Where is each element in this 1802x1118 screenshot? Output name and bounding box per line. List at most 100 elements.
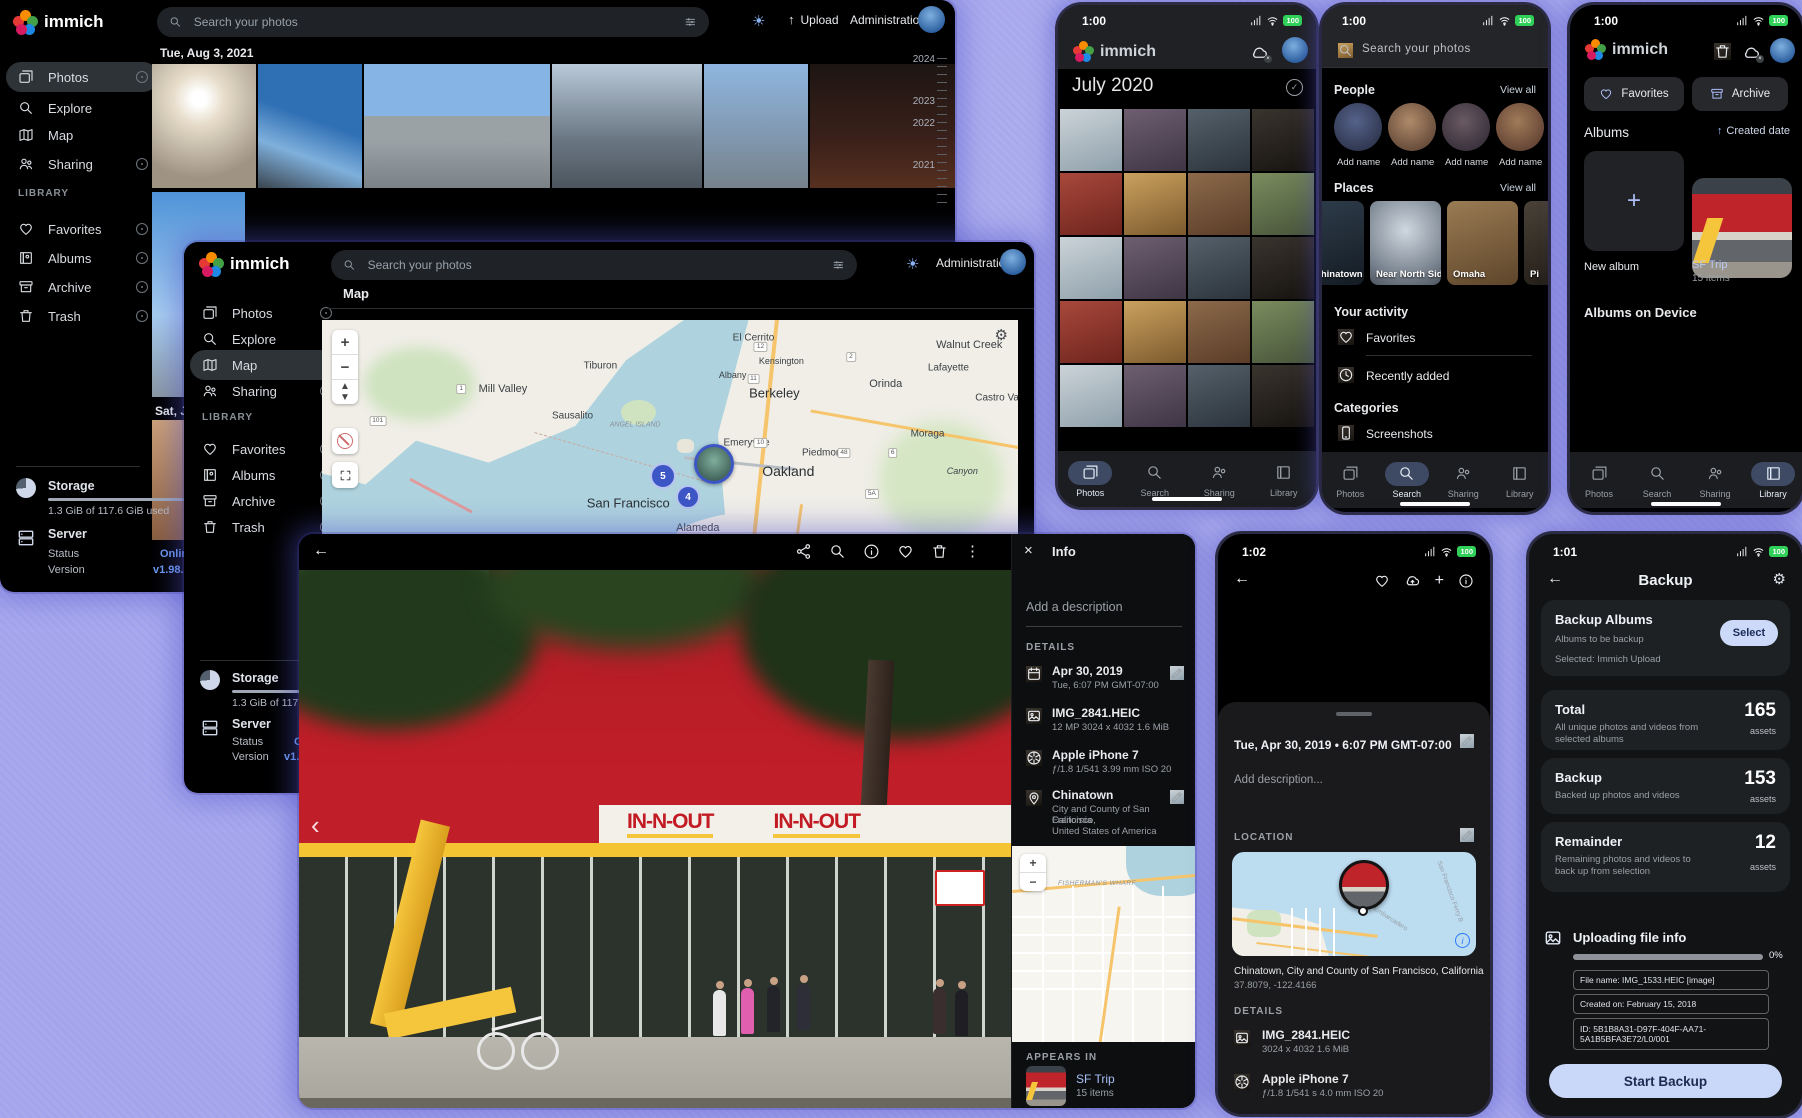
photo-thumbnail[interactable] <box>1060 365 1122 427</box>
scrubber-year[interactable]: 2024 <box>913 54 935 65</box>
photo-thumbnail[interactable] <box>1188 365 1250 427</box>
scrubber-year[interactable]: 2022 <box>913 118 935 129</box>
sidebar-item-explore[interactable]: Explore <box>6 93 158 123</box>
plus-icon[interactable]: + <box>1435 573 1444 589</box>
nav-item-library[interactable]: Library <box>1746 462 1800 499</box>
map-cluster-marker[interactable]: 4 <box>676 485 700 509</box>
album-thumbnail[interactable] <box>1026 1066 1066 1106</box>
info-icon[interactable] <box>863 543 880 560</box>
close-icon[interactable]: × <box>1024 542 1033 559</box>
map-photo-marker[interactable] <box>1339 860 1389 910</box>
share-icon[interactable] <box>795 543 812 560</box>
place-card[interactable]: Near North Side <box>1370 201 1441 285</box>
nav-item-sharing[interactable]: Sharing <box>1688 462 1742 499</box>
avatar[interactable] <box>1282 37 1308 63</box>
avatar[interactable] <box>1770 38 1795 63</box>
map-zoom-controls[interactable]: + − ▲▼ <box>332 330 358 404</box>
sidebar-item-photos[interactable]: Photos <box>6 62 158 92</box>
zoom-icon[interactable] <box>829 543 846 560</box>
nav-item-photos[interactable]: Photos <box>1063 461 1117 498</box>
nav-item-library[interactable]: Library <box>1257 461 1311 498</box>
detail-bottom-sheet[interactable]: Tue, Apr 30, 2019 • 6:07 PM GMT-07:00 Ad… <box>1218 702 1490 1114</box>
photo-thumbnail[interactable] <box>1060 237 1122 299</box>
map-cluster-marker[interactable]: 5 <box>650 463 676 489</box>
places-view-all-link[interactable]: View all <box>1500 182 1536 194</box>
edit-pencil-icon[interactable] <box>1460 734 1474 748</box>
drag-handle[interactable] <box>1336 712 1372 716</box>
settings-gear-icon[interactable]: ⚙ <box>1773 570 1786 588</box>
person-face[interactable] <box>1496 103 1544 151</box>
favorite-heart-icon[interactable] <box>897 543 914 560</box>
edit-pencil-icon[interactable] <box>1170 666 1184 680</box>
photo-thumbnail[interactable] <box>1124 365 1186 427</box>
photo-thumbnail[interactable] <box>364 64 550 188</box>
description-field[interactable]: Add description... <box>1234 774 1323 786</box>
nav-item-library[interactable]: Library <box>1493 462 1547 499</box>
filter-sliders-icon[interactable] <box>684 15 697 29</box>
nav-item-search[interactable]: Search <box>1128 461 1182 498</box>
sidebar-item-archive[interactable]: Archive <box>6 272 158 302</box>
nav-item-search[interactable]: Search <box>1380 462 1434 499</box>
photo-thumbnail[interactable] <box>1124 237 1186 299</box>
info-map[interactable]: FISHERMAN'S WHARF + − <box>1012 846 1195 1042</box>
search-bar[interactable] <box>157 7 709 37</box>
cloud-sync-off-icon[interactable]: × <box>1742 43 1761 62</box>
sort-button[interactable]: ↑ Created date <box>1717 125 1790 137</box>
place-card[interactable]: Chinatown <box>1322 201 1364 285</box>
avatar[interactable] <box>1000 249 1026 275</box>
map-settings-gear-icon[interactable]: ⚙ <box>995 326 1008 344</box>
select-button[interactable]: Select <box>1720 620 1778 646</box>
sidebar-item-map[interactable]: Map <box>6 120 158 150</box>
photo-thumbnail[interactable] <box>152 64 256 188</box>
add-name-label[interactable]: Add name <box>1337 157 1380 168</box>
favorites-button[interactable]: Favorites <box>1584 77 1684 111</box>
map-info-icon[interactable]: i <box>1455 933 1470 948</box>
edit-pencil-icon[interactable] <box>1460 828 1474 842</box>
photo-thumbnail[interactable] <box>1188 237 1250 299</box>
photo-thumbnail[interactable] <box>552 64 702 188</box>
photo-thumbnail[interactable] <box>1252 365 1314 427</box>
favorite-heart-icon[interactable] <box>1374 573 1390 589</box>
map-fullscreen-button[interactable] <box>332 462 358 488</box>
photo-thumbnail[interactable] <box>1252 173 1314 235</box>
zoom-in-button[interactable]: + <box>1020 854 1046 872</box>
map-gps-off-button[interactable] <box>332 428 358 454</box>
sidebar-item-sharing[interactable]: Sharing <box>190 376 342 406</box>
person-face[interactable] <box>1388 103 1436 151</box>
timeline-scrubber[interactable] <box>937 58 947 208</box>
select-all-check-icon[interactable]: ✓ <box>1286 79 1303 96</box>
screenshots-row[interactable]: Screenshots <box>1366 427 1433 441</box>
trash-icon[interactable] <box>1714 43 1731 60</box>
cloud-sync-off-icon[interactable]: × <box>1250 43 1269 62</box>
photo-thumbnail[interactable] <box>1124 173 1186 235</box>
sidebar-item-trash[interactable]: Trash <box>6 301 158 331</box>
photo-thumbnail[interactable] <box>1188 301 1250 363</box>
filter-sliders-icon[interactable] <box>832 258 845 272</box>
map-photo-marker[interactable] <box>694 444 734 484</box>
photo-thumbnail[interactable] <box>1252 237 1314 299</box>
back-arrow-icon[interactable]: ← <box>1234 570 1250 588</box>
album-name[interactable]: SF Trip <box>1692 259 1727 271</box>
zoom-in-button[interactable]: + <box>332 330 358 354</box>
scrubber-year[interactable]: 2021 <box>913 160 935 171</box>
photo-thumbnail[interactable] <box>1188 173 1250 235</box>
photo-thumbnail[interactable] <box>1252 301 1314 363</box>
search-input[interactable] <box>192 14 675 30</box>
person-face[interactable] <box>1334 103 1382 151</box>
zoom-out-button[interactable]: − <box>332 354 358 379</box>
photo-thumbnail[interactable] <box>704 64 808 188</box>
location-map[interactable]: The Embarcadero San Francisco Ferry B i <box>1232 852 1476 956</box>
search-bar[interactable] <box>331 250 857 280</box>
sidebar-item-albums[interactable]: Albums <box>6 243 158 273</box>
person-face[interactable] <box>1442 103 1490 151</box>
previous-photo-chevron[interactable]: ‹ <box>311 810 320 841</box>
place-card[interactable]: Pi <box>1524 201 1548 285</box>
photo-thumbnail[interactable] <box>1124 109 1186 171</box>
info-map-zoom[interactable]: + − <box>1020 854 1046 891</box>
recently-added-row[interactable]: Recently added <box>1366 369 1449 383</box>
nav-item-photos[interactable]: Photos <box>1572 462 1626 499</box>
info-icon[interactable] <box>1458 573 1474 589</box>
place-card[interactable]: Omaha <box>1447 201 1518 285</box>
album-link[interactable]: SF Trip <box>1076 1072 1115 1086</box>
photo-thumbnail[interactable] <box>1188 109 1250 171</box>
